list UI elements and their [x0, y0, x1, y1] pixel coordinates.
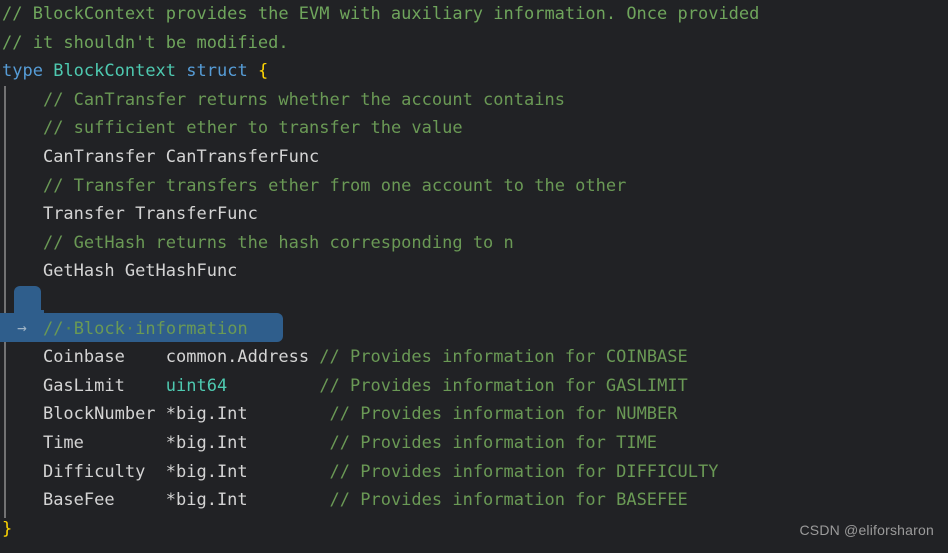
code-token: // it shouldn't be modified. [2, 32, 289, 53]
code-token: GetHash GetHashFunc [42, 261, 238, 282]
code-token: Time *big.Int [42, 432, 330, 453]
code-line[interactable]: // GetHash returns the hash correspondin… [0, 229, 948, 258]
code-token: // GetHash returns the hash correspondin… [42, 232, 514, 253]
code-token: · [63, 318, 74, 339]
code-line[interactable]: Coinbase common.Address // Provides info… [0, 343, 948, 372]
code-line[interactable]: // sufficient ether to transfer the valu… [0, 114, 948, 143]
code-token: // [42, 318, 64, 339]
code-token: BlockNumber *big.Int [42, 404, 330, 425]
code-line[interactable]: // BlockContext provides the EVM with au… [0, 0, 948, 29]
code-line[interactable] [0, 286, 948, 315]
code-token: type [2, 61, 43, 82]
csdn-watermark: CSDN @eliforsharon [799, 522, 934, 539]
code-token: uint64 [165, 375, 228, 396]
code-line[interactable]: BaseFee *big.Int // Provides information… [0, 486, 948, 515]
code-content[interactable]: // BlockContext provides the EVM with au… [0, 0, 948, 543]
code-token: // Provides information for COINBASE [319, 347, 688, 368]
code-line[interactable]: Transfer TransferFunc [0, 200, 948, 229]
code-editor[interactable]: → // BlockContext provides the EVM with … [0, 0, 948, 553]
code-token: // CanTransfer returns whether the accou… [42, 89, 565, 110]
code-token: · [124, 318, 136, 339]
code-token: // BlockContext provides the EVM with au… [2, 4, 760, 24]
code-line[interactable]: Time *big.Int // Provides information fo… [0, 429, 948, 458]
code-token: Transfer TransferFunc [42, 204, 258, 225]
code-token: // sufficient ether to transfer the valu… [42, 118, 463, 139]
code-token: BlockContext [53, 61, 177, 82]
code-token: BaseFee *big.Int [42, 490, 330, 511]
code-line[interactable]: GasLimit uint64 // Provides information … [0, 372, 948, 401]
code-token: struct [186, 61, 248, 82]
code-line[interactable]: GetHash GetHashFunc [0, 257, 948, 286]
code-token: Difficulty *big.Int [42, 461, 330, 482]
code-line[interactable]: CanTransfer CanTransferFunc [0, 143, 948, 172]
code-line[interactable]: //·Block·information [0, 315, 948, 344]
code-token: } [2, 518, 13, 539]
code-line[interactable]: BlockNumber *big.Int // Provides informa… [0, 400, 948, 429]
code-token: Coinbase common.Address [42, 347, 320, 368]
code-line[interactable]: type BlockContext struct { [0, 57, 948, 86]
code-token: // Provides information for TIME [329, 432, 658, 453]
code-token: information [135, 318, 248, 339]
code-token: CanTransfer CanTransferFunc [42, 146, 320, 167]
code-line[interactable]: Difficulty *big.Int // Provides informat… [0, 458, 948, 487]
code-line[interactable]: // CanTransfer returns whether the accou… [0, 86, 948, 115]
code-token: // Transfer transfers ether from one acc… [42, 175, 627, 196]
code-token: // Provides information for NUMBER [329, 404, 678, 425]
code-token: { [257, 61, 269, 82]
code-token: // Provides information for BASEFEE [329, 490, 688, 511]
code-line[interactable]: // it shouldn't be modified. [0, 29, 948, 58]
code-token: // Provides information for DIFFICULTY [329, 461, 719, 482]
code-token: // Provides information for GASLIMIT [319, 375, 688, 396]
code-token: GasLimit [42, 375, 166, 396]
code-token: Block [73, 318, 125, 339]
code-line[interactable]: // Transfer transfers ether from one acc… [0, 172, 948, 201]
